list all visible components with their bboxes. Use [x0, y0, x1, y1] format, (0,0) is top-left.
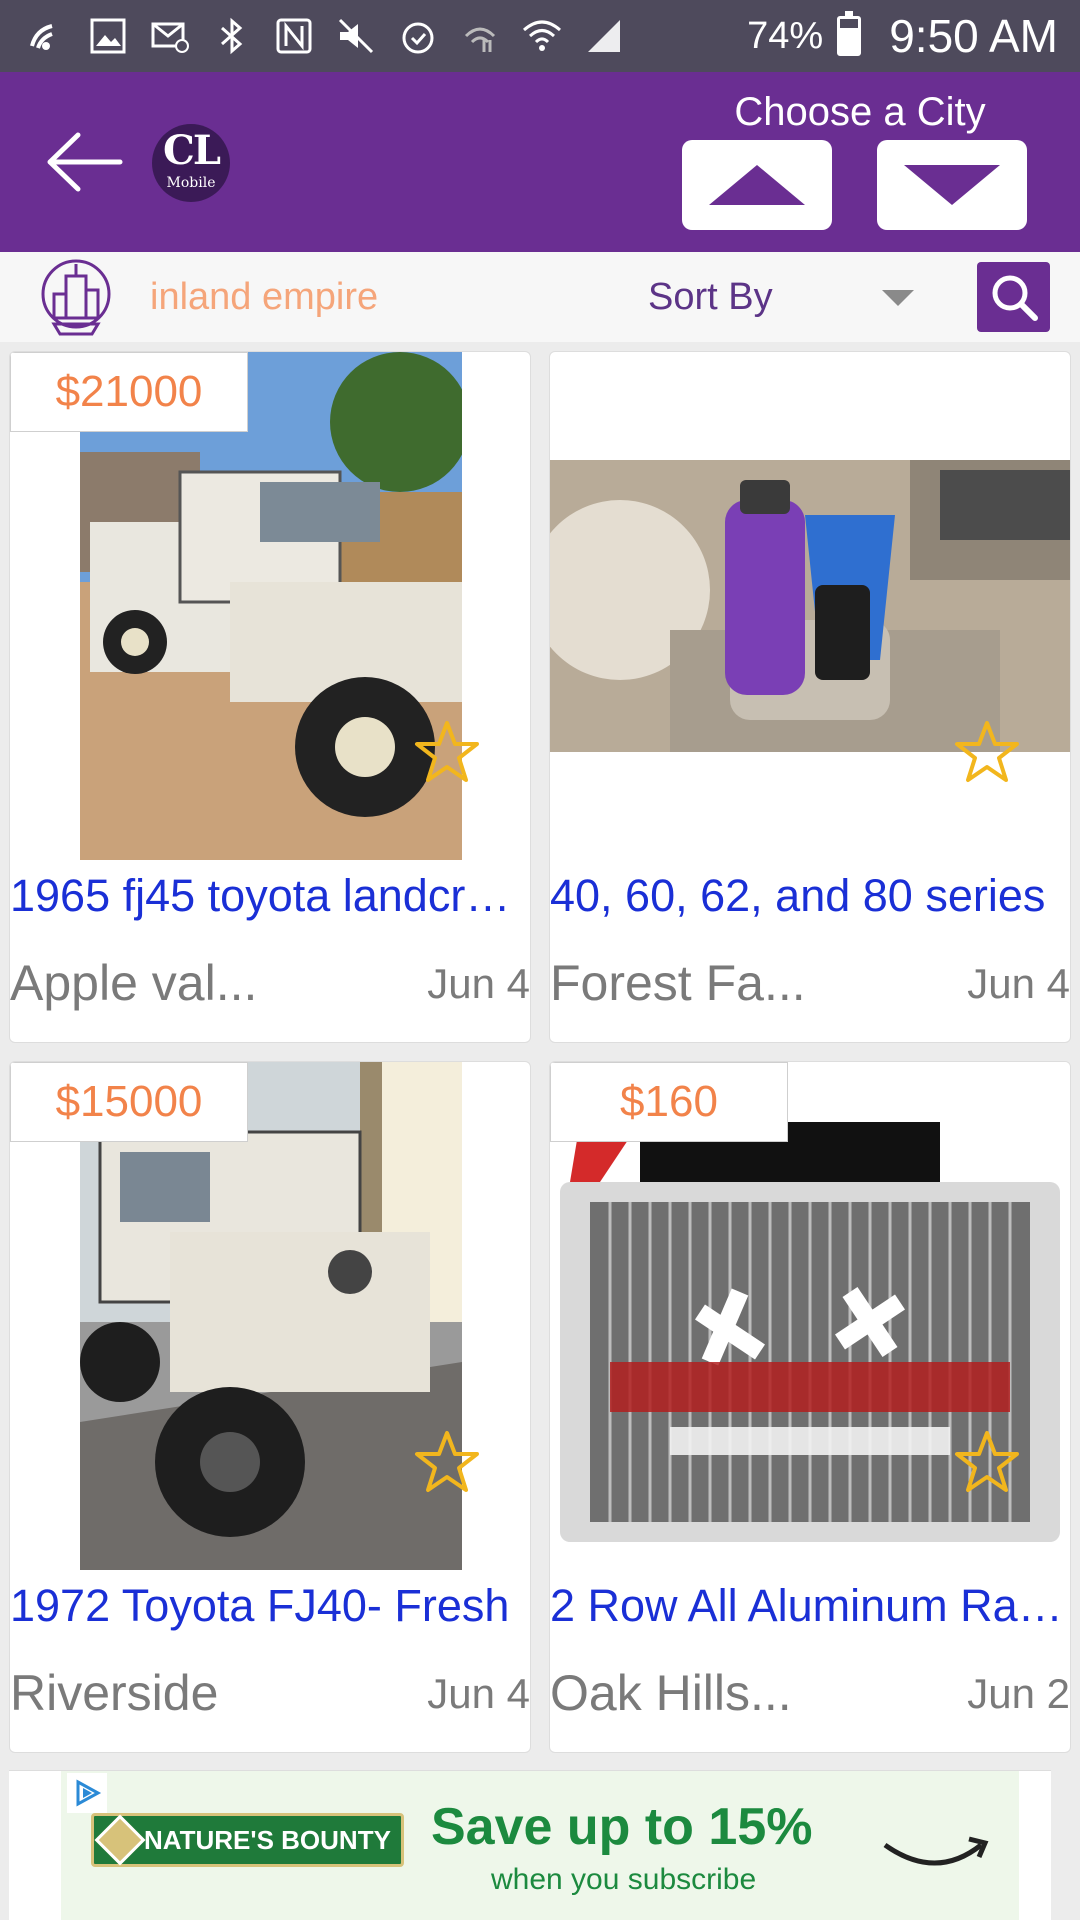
battery-icon [837, 11, 862, 56]
mute-icon [336, 16, 376, 56]
amazon-smile-icon [883, 1836, 989, 1866]
current-city[interactable]: inland empire [150, 276, 378, 319]
wifi-calling-icon [26, 16, 66, 56]
price-tag: $21000 [10, 352, 248, 432]
listing-location: Forest Fa... [550, 955, 806, 1011]
listing-card[interactable]: $21000 1965 fj45 toyota landcruiser Appl… [9, 351, 531, 1043]
search-button[interactable] [977, 262, 1050, 332]
logo-subtext: Mobile [166, 175, 216, 191]
listing-title[interactable]: 1965 fj45 toyota landcruiser [10, 870, 530, 922]
listing-title[interactable]: 40, 60, 62, and 80 series [550, 870, 1070, 922]
listing-title[interactable]: 2 Row All Aluminum Radiator [550, 1580, 1070, 1632]
app-bar: CL Mobile Choose a City [0, 72, 1080, 252]
data-icon [460, 16, 500, 56]
listing-card[interactable]: 40, 60, 62, and 80 series Forest Fa... J… [549, 351, 1071, 1043]
triangle-up-icon [709, 165, 805, 205]
listing-location: Apple val... [10, 955, 258, 1011]
back-arrow-icon [47, 132, 123, 192]
listing-location: Riverside [10, 1665, 219, 1721]
sort-dropdown[interactable]: Sort By [648, 276, 773, 319]
triangle-down-icon [904, 165, 1000, 205]
listing-date: Jun 4 [427, 1670, 530, 1717]
favorite-star-icon[interactable] [954, 1429, 1020, 1495]
listing-title[interactable]: 1972 Toyota FJ40- Fresh [10, 1580, 530, 1632]
ad-subtext: when you subscribe [491, 1863, 757, 1896]
ad-container: NATURE'S BOUNTY Save up to 15% when you … [9, 1770, 1051, 1920]
signal-icon [584, 16, 624, 56]
search-icon [992, 275, 1038, 321]
listing-card[interactable]: $160 2 Row All Aluminum Radiator Oak Hil… [549, 1061, 1071, 1753]
chevron-down-icon[interactable] [882, 290, 914, 306]
clock: 9:50 AM [889, 10, 1058, 62]
brand-diamond-icon [94, 1814, 146, 1866]
favorite-star-icon[interactable] [954, 719, 1020, 785]
email-icon [150, 16, 190, 56]
city-skyline-icon[interactable] [40, 258, 112, 336]
nfc-icon [274, 16, 314, 56]
favorite-star-icon[interactable] [414, 1429, 480, 1495]
ad-brand-logo: NATURE'S BOUNTY [91, 1813, 404, 1867]
listing-location: Oak Hills... [550, 1665, 792, 1721]
app-logo: CL Mobile [152, 124, 230, 202]
image-icon [88, 16, 128, 56]
ad-banner[interactable]: NATURE'S BOUNTY Save up to 15% when you … [61, 1771, 1019, 1920]
previous-city-button[interactable] [682, 140, 832, 230]
ad-brand-name: NATURE'S BOUNTY [144, 1824, 391, 1855]
filter-bar: inland empire Sort By [0, 252, 1080, 342]
listing-date: Jun 4 [967, 960, 1070, 1007]
listing-date: Jun 2 [967, 1670, 1070, 1717]
ad-choices-icon[interactable] [67, 1773, 107, 1813]
price-tag: $160 [550, 1062, 788, 1142]
battery-level [840, 27, 859, 53]
bluetooth-icon [212, 16, 252, 56]
listing-photo[interactable] [550, 460, 1070, 752]
price-tag: $15000 [10, 1062, 248, 1142]
battery-percent: 74% [747, 14, 824, 57]
next-city-button[interactable] [877, 140, 1027, 230]
back-button[interactable] [44, 127, 124, 197]
choose-city-label: Choose a City [734, 90, 986, 134]
status-bar: 74% 9:50 AM [0, 0, 1080, 72]
logo-text: CL [163, 127, 221, 174]
listing-card[interactable]: $15000 1972 Toyota FJ40- Fresh Riverside… [9, 1061, 531, 1753]
alarm-icon [398, 16, 438, 56]
wifi-icon [522, 16, 562, 56]
listing-date: Jun 4 [427, 960, 530, 1007]
favorite-star-icon[interactable] [414, 719, 480, 785]
ad-headline: Save up to 15% [431, 1798, 813, 1856]
